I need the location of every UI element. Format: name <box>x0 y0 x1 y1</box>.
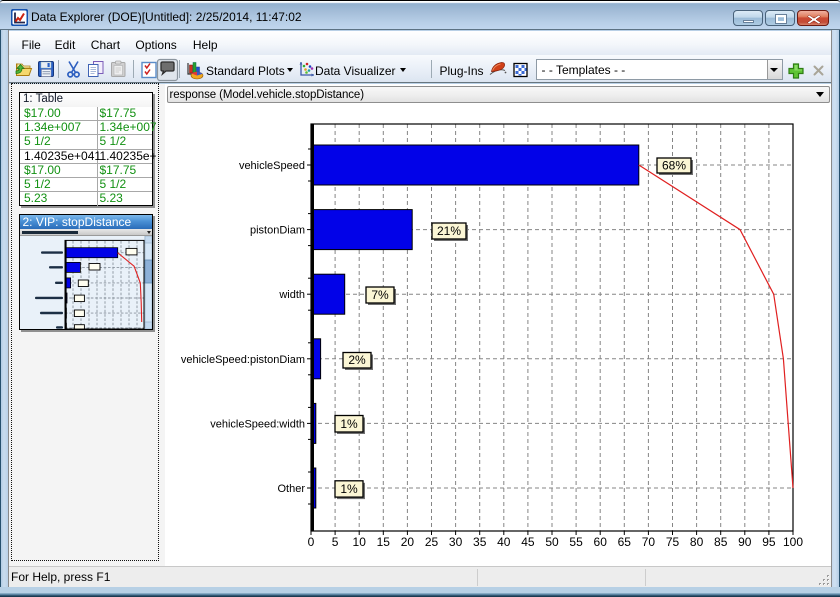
svg-text:21%: 21% <box>437 224 461 238</box>
svg-text:95: 95 <box>762 535 776 549</box>
svg-text:2%: 2% <box>348 353 366 367</box>
svg-text:10: 10 <box>353 535 367 549</box>
svg-text:90: 90 <box>738 535 752 549</box>
svg-text:pistonDiam: pistonDiam <box>250 225 305 237</box>
svg-text:25: 25 <box>425 535 439 549</box>
svg-text:20: 20 <box>401 535 415 549</box>
svg-text:1%: 1% <box>340 417 358 431</box>
svg-text:vehicleSpeed:width: vehicleSpeed:width <box>210 418 305 430</box>
svg-text:80: 80 <box>690 535 704 549</box>
svg-text:45: 45 <box>521 535 535 549</box>
svg-text:68%: 68% <box>662 159 686 173</box>
svg-text:50: 50 <box>545 535 559 549</box>
svg-text:15: 15 <box>377 535 391 549</box>
svg-text:70: 70 <box>642 535 656 549</box>
svg-text:width: width <box>278 289 305 301</box>
svg-text:65: 65 <box>618 535 632 549</box>
svg-text:vehicleSpeed:pistonDiam: vehicleSpeed:pistonDiam <box>181 354 305 366</box>
svg-text:85: 85 <box>714 535 728 549</box>
svg-text:100: 100 <box>783 535 803 549</box>
svg-text:vehicleSpeed: vehicleSpeed <box>239 160 305 172</box>
svg-text:0: 0 <box>308 535 315 549</box>
svg-text:7%: 7% <box>371 288 389 302</box>
svg-text:55: 55 <box>569 535 583 549</box>
svg-text:60: 60 <box>594 535 608 549</box>
svg-text:5: 5 <box>332 535 339 549</box>
svg-text:Other: Other <box>277 483 305 495</box>
svg-text:30: 30 <box>449 535 463 549</box>
svg-text:1%: 1% <box>340 482 358 496</box>
svg-text:35: 35 <box>473 535 487 549</box>
svg-text:75: 75 <box>666 535 680 549</box>
svg-text:40: 40 <box>497 535 511 549</box>
